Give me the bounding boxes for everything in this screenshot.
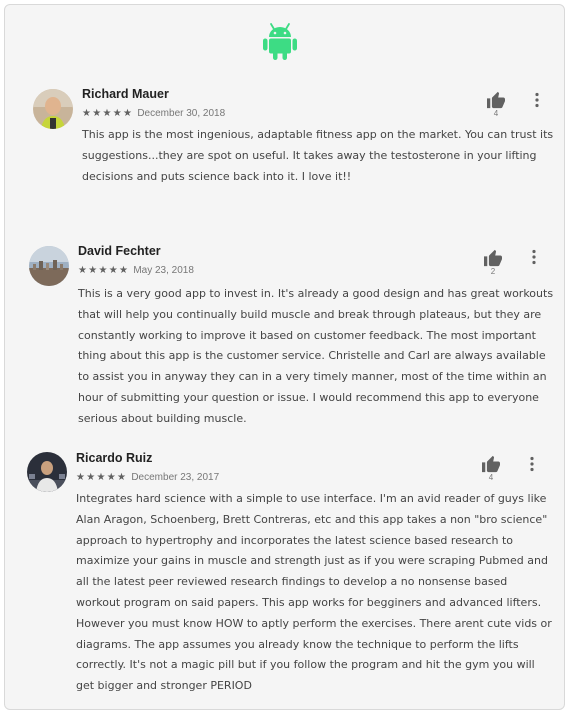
more-options-icon[interactable] (532, 92, 542, 108)
helpful-button[interactable]: 4 (479, 455, 503, 482)
star-rating: ★★★★★ (82, 108, 134, 119)
more-options-icon[interactable] (527, 456, 537, 472)
review-author: David Fechter (78, 244, 161, 258)
star-rating: ★★★★★ (76, 472, 128, 483)
review-meta: ★★★★★ December 23, 2017 (76, 472, 219, 483)
avatar (29, 246, 69, 286)
star-rating: ★★★★★ (78, 265, 130, 276)
review-date: December 30, 2018 (137, 108, 226, 119)
review-meta: ★★★★★ December 30, 2018 (82, 108, 225, 119)
review-text: This is a very good app to invest in. It… (78, 287, 554, 425)
thumbs-up-icon (484, 249, 502, 267)
thumbs-up-icon (482, 455, 500, 473)
review-text: This app is the most ingenious, adaptabl… (82, 128, 554, 183)
more-options-icon[interactable] (529, 249, 539, 265)
helpful-count: 4 (488, 473, 494, 482)
helpful-count: 4 (493, 109, 499, 118)
review-author: Richard Mauer (82, 87, 169, 101)
review-date: December 23, 2017 (131, 472, 220, 483)
thumbs-up-icon (487, 91, 505, 109)
helpful-button[interactable]: 2 (481, 249, 505, 276)
helpful-count: 2 (490, 267, 496, 276)
review-author: Ricardo Ruiz (76, 451, 153, 465)
review-meta: ★★★★★ May 23, 2018 (78, 265, 194, 276)
avatar (27, 452, 67, 492)
review-date: May 23, 2018 (133, 265, 194, 276)
android-icon (263, 23, 297, 60)
helpful-button[interactable]: 4 (484, 91, 508, 118)
review-text: Integrates hard science with a simple to… (76, 492, 552, 693)
avatar (33, 89, 73, 129)
